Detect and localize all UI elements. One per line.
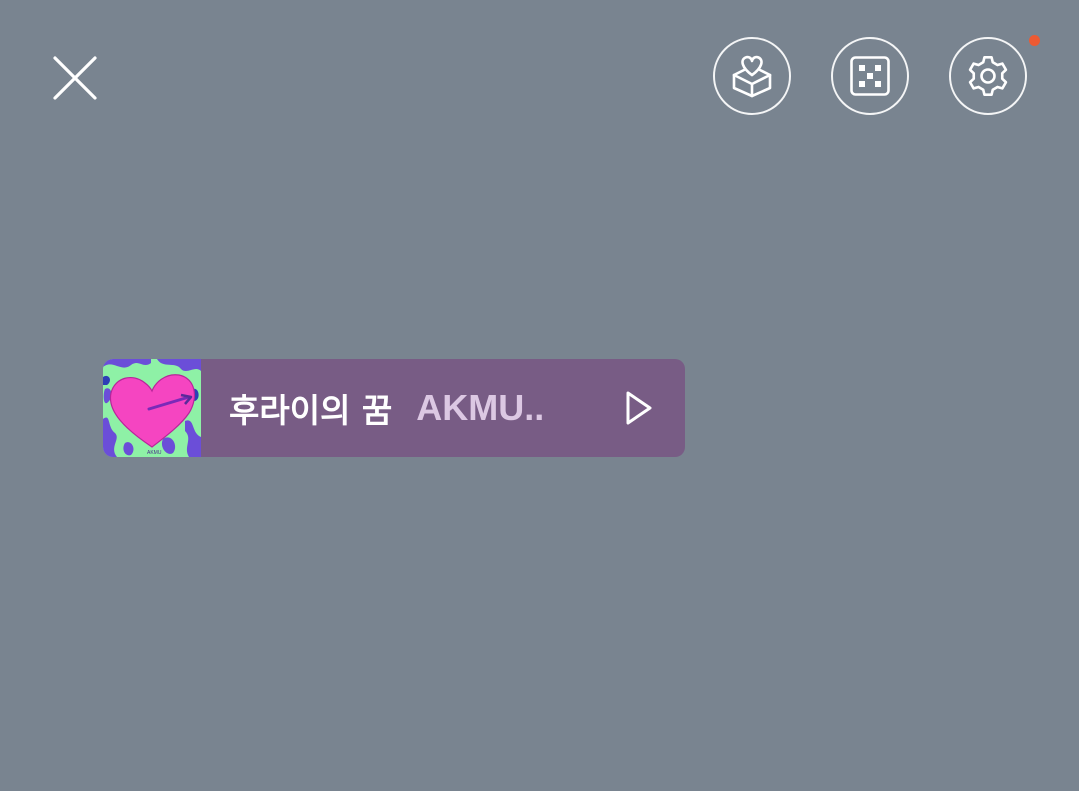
album-art: AKMU [103, 359, 201, 457]
gift-box-button[interactable] [713, 37, 791, 115]
settings-button[interactable] [949, 37, 1027, 115]
song-artist: AKMU.. [416, 387, 545, 428]
sticker-icon [850, 56, 890, 96]
story-editor-screen: AKMU 후라이의 꿈 AKMU.. [0, 0, 1079, 791]
song-title: 후라이의 꿈 [229, 391, 393, 430]
close-icon [53, 56, 97, 100]
gear-icon [968, 56, 1008, 96]
music-sticker[interactable]: AKMU 후라이의 꿈 AKMU.. [103, 359, 685, 457]
notification-dot [1029, 35, 1040, 46]
heart-box-icon [732, 55, 772, 98]
play-button[interactable] [623, 389, 655, 427]
sticker-button[interactable] [831, 37, 909, 115]
close-button[interactable] [48, 51, 102, 105]
album-art-caption: AKMU [147, 450, 162, 456]
play-icon [626, 391, 652, 425]
